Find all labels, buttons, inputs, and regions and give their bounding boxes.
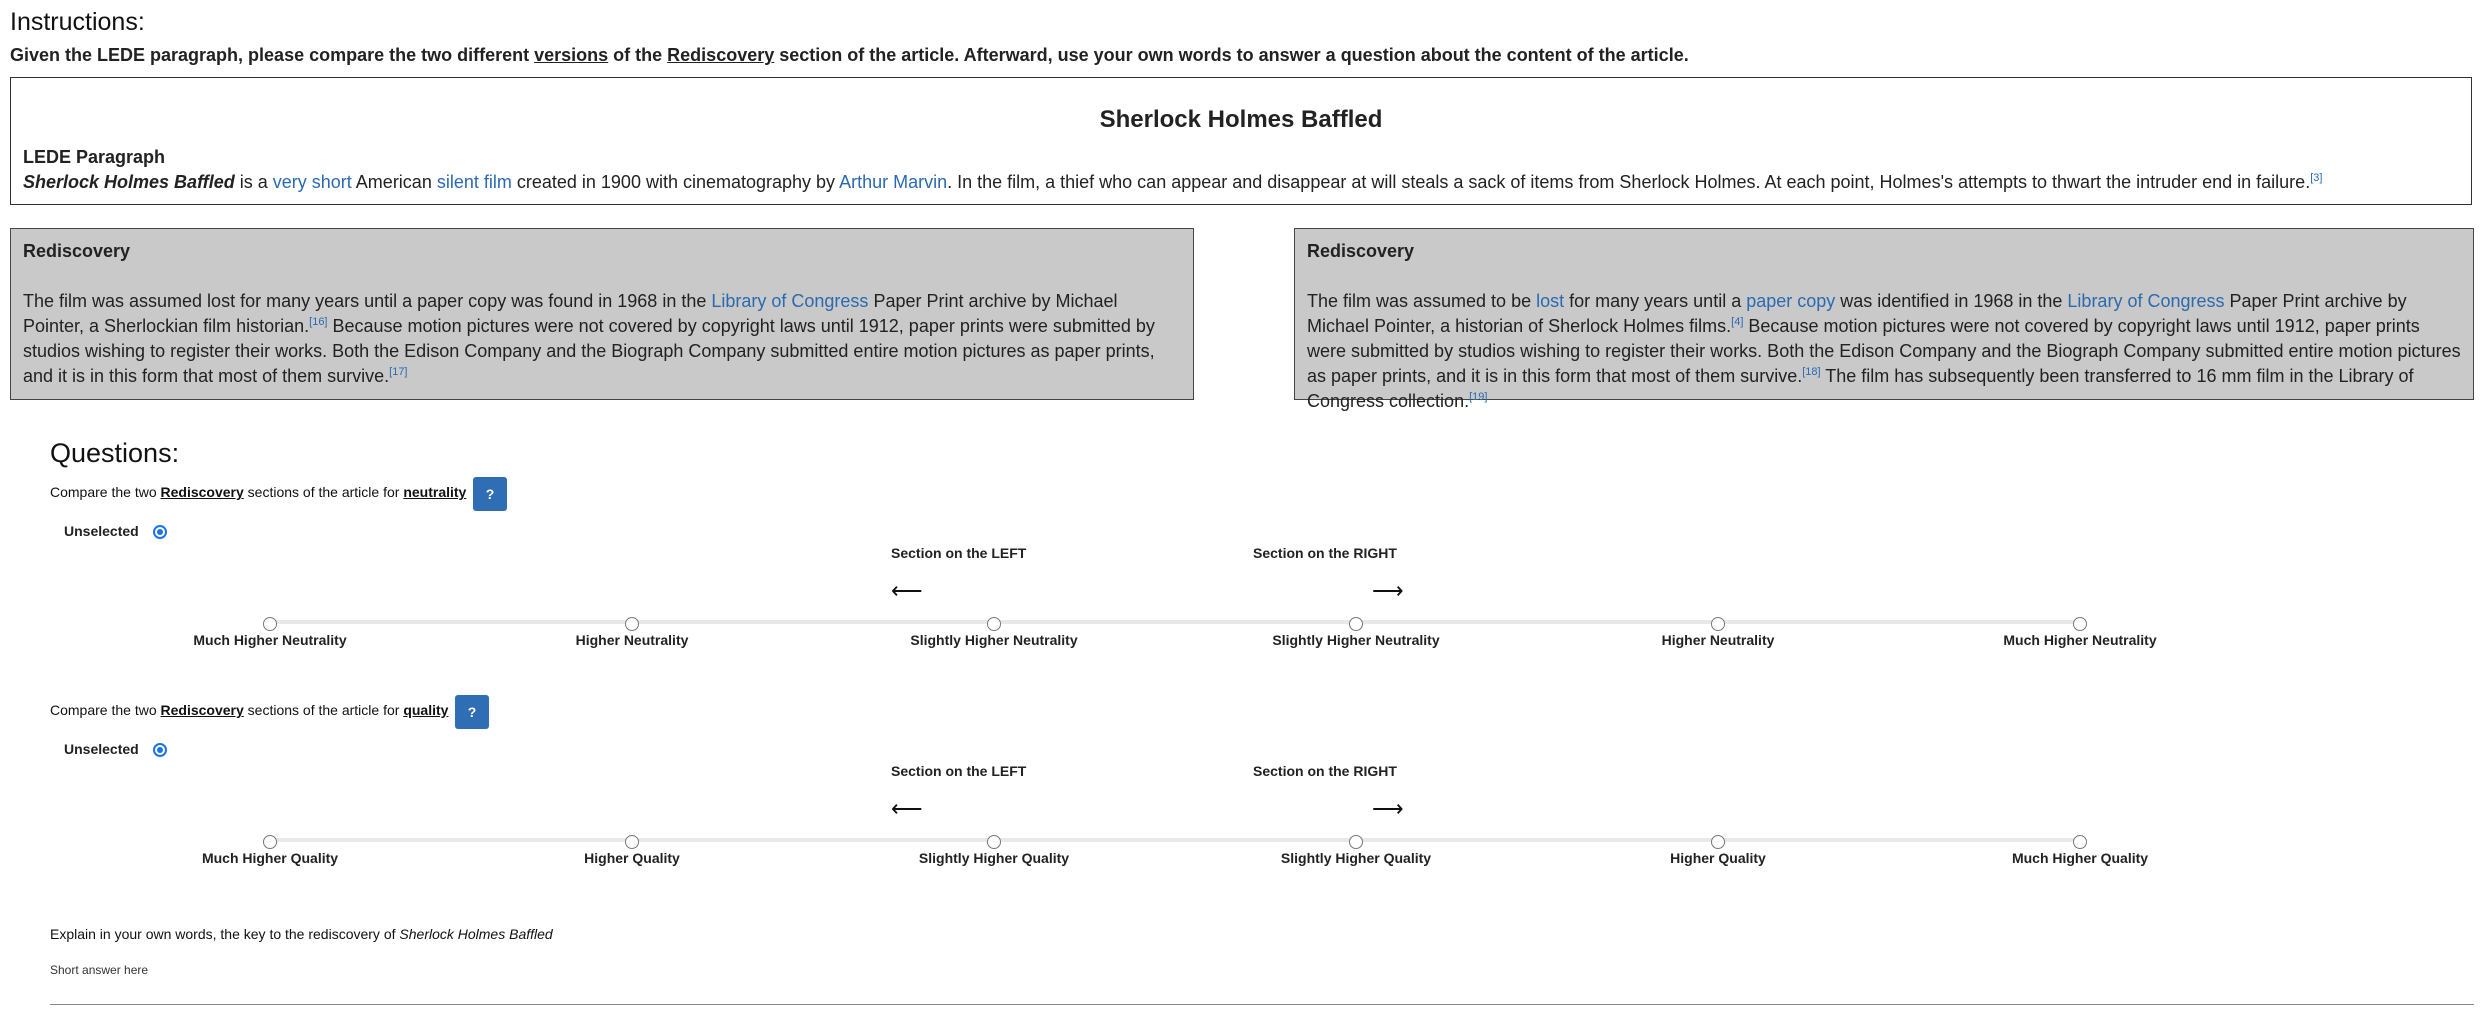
scale-option-label: Slightly Higher Quality <box>918 850 1070 866</box>
scale-track <box>270 620 2080 624</box>
scale-option-label: Slightly Higher Neutrality <box>1272 632 1440 648</box>
right-section-heading: Rediscovery <box>1307 241 1415 261</box>
prompt-text: Compare the two <box>50 484 161 500</box>
link-paper-copy[interactable]: paper copy <box>1746 291 1835 311</box>
scale-option-label: Higher Quality <box>1670 850 1766 866</box>
lede-text: is a <box>234 172 273 192</box>
right-arrow-icon: ⟶ <box>1372 578 1404 603</box>
scale-option-radio[interactable] <box>1711 617 1725 631</box>
left-rediscovery-section: Rediscovery The film was assumed lost fo… <box>10 228 1194 400</box>
instructions-title: Instructions: <box>10 8 145 36</box>
lede-paragraph: Sherlock Holmes Baffled is a very short … <box>23 172 2322 193</box>
scale-option-radio[interactable] <box>987 617 1001 631</box>
prompt-criterion: neutrality <box>403 484 467 500</box>
prompt-section: Rediscovery <box>160 484 244 500</box>
scale-option-radio[interactable] <box>263 835 277 849</box>
question-neutrality-prompt: Compare the two Rediscovery sections of … <box>50 484 466 500</box>
left-section-label: Section on the LEFT <box>891 545 1027 561</box>
scale-option-radio[interactable] <box>1349 617 1363 631</box>
reference-link[interactable]: [16] <box>309 316 327 328</box>
left-section-text: The film was assumed lost for many years… <box>23 289 1183 389</box>
section-text: The film was assumed to be <box>1307 291 1537 311</box>
lede-text: . In the film, a thief who can appear an… <box>947 172 2311 192</box>
explain-prompt: Explain in your own words, the key to th… <box>50 926 553 942</box>
unselected-label: Unselected <box>64 741 139 757</box>
left-arrow-icon: ⟵ <box>891 796 923 821</box>
reference-link[interactable]: [19] <box>1469 391 1487 403</box>
prompt-title-emphasis: Sherlock Holmes Baffled <box>399 926 553 942</box>
prompt-text: sections of the article for <box>243 484 404 500</box>
question-quality-prompt: Compare the two Rediscovery sections of … <box>50 702 448 718</box>
scale-option-label: Much Higher Neutrality <box>2003 632 2157 648</box>
short-answer-input[interactable]: Short answer here <box>50 963 148 977</box>
unselected-radio[interactable] <box>153 743 167 757</box>
lede-box: Sherlock Holmes Baffled LEDE Paragraph S… <box>10 77 2472 205</box>
lede-title-emphasis: Sherlock Holmes Baffled <box>23 172 235 192</box>
article-title: Sherlock Holmes Baffled <box>1099 106 1383 133</box>
scale-option-label: Slightly Higher Neutrality <box>910 632 1078 648</box>
right-section-text: The film was assumed to be lost for many… <box>1307 289 2463 414</box>
instructions-versions: versions <box>534 45 609 65</box>
lede-text: American <box>351 172 437 192</box>
scale-option-label: Much Higher Quality <box>201 850 339 866</box>
link-arthur-marvin[interactable]: Arthur Marvin <box>839 172 947 192</box>
instructions-text-part: section of the article. Afterward, use y… <box>774 45 1689 65</box>
reference-link[interactable]: [3] <box>2310 172 2322 184</box>
help-button-neutrality[interactable]: ? <box>473 477 507 511</box>
questions-title: Questions: <box>50 438 180 468</box>
left-section-heading: Rediscovery <box>23 241 131 261</box>
scale-track <box>270 838 2080 842</box>
help-button-quality[interactable]: ? <box>455 695 489 729</box>
unselected-radio[interactable] <box>153 525 167 539</box>
left-arrow-icon: ⟵ <box>891 578 923 603</box>
section-text: The film was assumed lost for many years… <box>23 291 712 311</box>
right-rediscovery-section: Rediscovery The film was assumed to be l… <box>1294 228 2474 411</box>
link-lost[interactable]: lost <box>1536 291 1564 311</box>
instructions-rediscovery: Rediscovery <box>667 45 775 65</box>
link-library-of-congress[interactable]: Library of Congress <box>2067 291 2224 311</box>
scale-option-label: Higher Neutrality <box>575 632 689 648</box>
link-very-short[interactable]: very short <box>273 172 352 192</box>
section-text: for many years until a <box>1564 291 1747 311</box>
scale-option-label: Higher Neutrality <box>1661 632 1775 648</box>
instructions-text-part: Given the LEDE paragraph, please compare… <box>10 45 535 65</box>
prompt-text: Explain in your own words, the key to th… <box>50 926 400 942</box>
scale-option-radio[interactable] <box>987 835 1001 849</box>
scale-option-label: Much Higher Neutrality <box>193 632 347 648</box>
instructions-text-part: of the <box>608 45 668 65</box>
scale-option-radio[interactable] <box>625 835 639 849</box>
link-silent-film[interactable]: silent film <box>437 172 512 192</box>
unselected-label: Unselected <box>64 523 139 539</box>
scale-option-radio[interactable] <box>1349 835 1363 849</box>
right-section-label: Section on the RIGHT <box>1253 545 1397 561</box>
scale-option-label: Slightly Higher Quality <box>1280 850 1432 866</box>
reference-link[interactable]: [17] <box>389 366 407 378</box>
scale-option-label: Higher Quality <box>584 850 680 866</box>
prompt-text: sections of the article for <box>243 702 404 718</box>
right-section-label: Section on the RIGHT <box>1253 763 1397 779</box>
left-section-label: Section on the LEFT <box>891 763 1027 779</box>
scale-option-radio[interactable] <box>263 617 277 631</box>
scale-option-radio[interactable] <box>2073 617 2087 631</box>
scale-option-radio[interactable] <box>2073 835 2087 849</box>
scale-option-label: Much Higher Quality <box>2011 850 2149 866</box>
prompt-criterion: quality <box>403 702 449 718</box>
prompt-text: Compare the two <box>50 702 161 718</box>
link-library-of-congress[interactable]: Library of Congress <box>711 291 868 311</box>
lede-label: LEDE Paragraph <box>23 147 166 167</box>
scale-option-radio[interactable] <box>1711 835 1725 849</box>
right-arrow-icon: ⟶ <box>1372 796 1404 821</box>
prompt-section: Rediscovery <box>160 702 244 718</box>
scale-option-radio[interactable] <box>625 617 639 631</box>
reference-link[interactable]: [4] <box>1731 316 1743 328</box>
lede-text: created in 1900 with cinematography by <box>511 172 840 192</box>
reference-link[interactable]: [18] <box>1802 366 1820 378</box>
answer-underline <box>50 1004 2474 1005</box>
instructions-text: Given the LEDE paragraph, please compare… <box>10 45 1689 66</box>
section-text: was identified in 1968 in the <box>1835 291 2068 311</box>
